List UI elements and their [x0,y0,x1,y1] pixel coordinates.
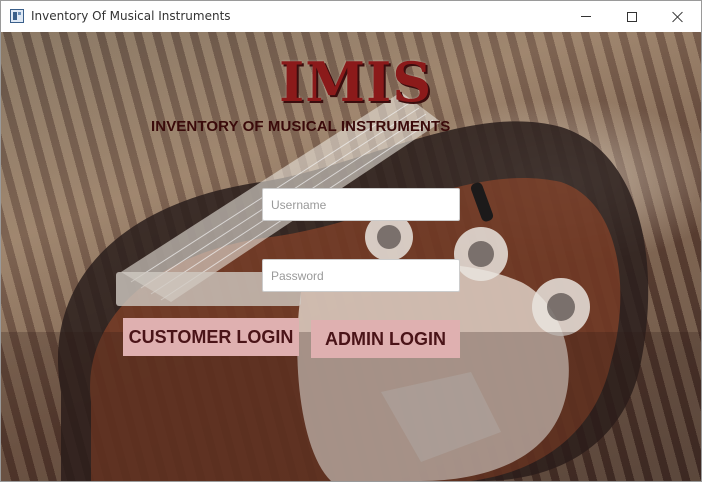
minimize-button[interactable] [563,1,609,32]
login-panel: IMIS INVENTORY OF MUSICAL INSTRUMENTS CU… [1,32,701,481]
close-button[interactable] [655,1,701,32]
close-icon [672,11,684,23]
app-subtitle: INVENTORY OF MUSICAL INSTRUMENTS [151,118,451,135]
title-bar[interactable]: Inventory Of Musical Instruments [1,1,701,32]
username-input[interactable] [262,188,460,221]
window-title: Inventory Of Musical Instruments [31,9,231,23]
customer-login-button[interactable]: CUSTOMER LOGIN [123,318,299,356]
maximize-icon [627,11,637,22]
admin-login-button[interactable]: ADMIN LOGIN [311,320,460,358]
maximize-button[interactable] [609,1,655,32]
minimize-icon [581,16,591,17]
app-window: Inventory Of Musical Instruments IMIS IN… [0,0,702,482]
password-input[interactable] [262,259,460,292]
app-logo: IMIS [279,50,433,114]
java-app-icon [10,9,24,23]
